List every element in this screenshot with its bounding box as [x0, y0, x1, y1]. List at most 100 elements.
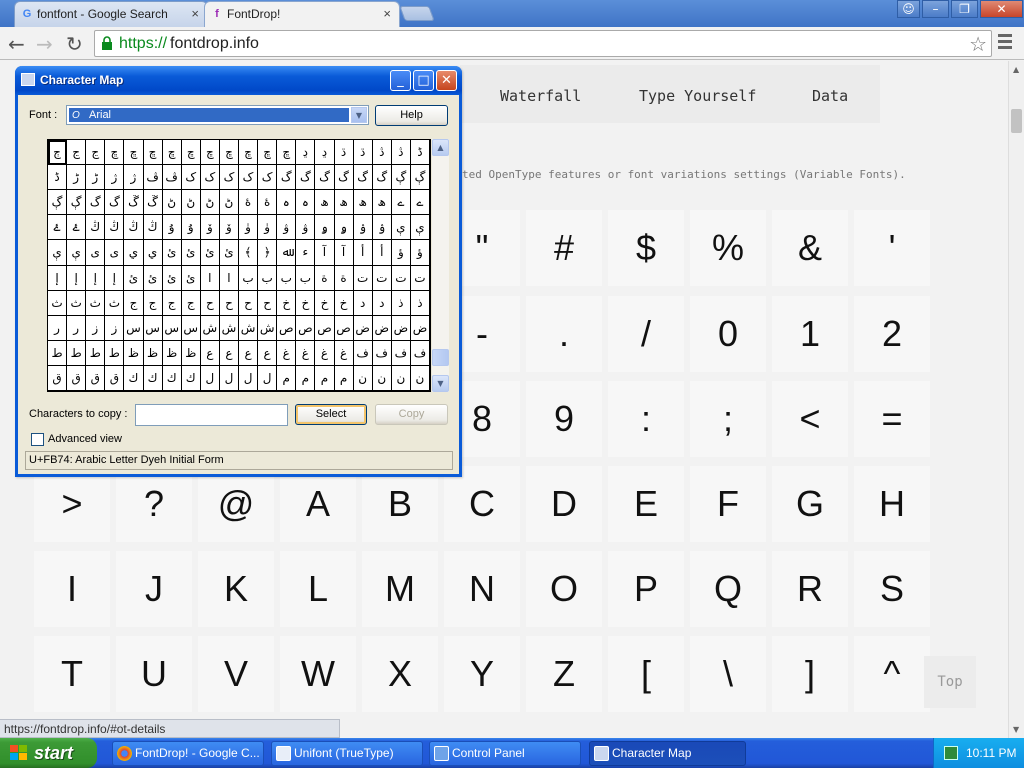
- forward-icon[interactable]: →: [36, 32, 53, 56]
- character-cell[interactable]: ن: [391, 365, 411, 391]
- character-cell[interactable]: ڤ: [162, 165, 182, 191]
- character-cell[interactable]: ﴾: [239, 240, 259, 266]
- character-cell[interactable]: ۉ: [353, 215, 373, 241]
- glyph-cell[interactable]: C: [444, 466, 520, 542]
- character-cell[interactable]: گ: [296, 165, 316, 191]
- character-cell[interactable]: د: [372, 290, 392, 316]
- character-cell[interactable]: ل: [258, 365, 278, 391]
- glyph-cell[interactable]: 2: [854, 296, 930, 372]
- character-cell[interactable]: ڍ: [315, 140, 335, 166]
- character-cell[interactable]: ي: [124, 240, 144, 266]
- character-cell[interactable]: ظ: [124, 340, 144, 366]
- character-cell[interactable]: ڭ: [143, 215, 163, 241]
- character-cell[interactable]: ک: [181, 165, 201, 191]
- character-cell[interactable]: ژ: [105, 165, 125, 191]
- glyph-cell[interactable]: /: [608, 296, 684, 372]
- glyph-cell[interactable]: V: [198, 636, 274, 712]
- glyph-cell[interactable]: >: [34, 466, 110, 542]
- character-cell[interactable]: گ: [372, 165, 392, 191]
- glyph-cell[interactable]: Z: [526, 636, 602, 712]
- character-cell[interactable]: گ: [86, 190, 106, 216]
- character-cell[interactable]: ۅ: [334, 215, 354, 241]
- glyph-cell[interactable]: ': [854, 210, 930, 286]
- glyph-cell[interactable]: ]: [772, 636, 848, 712]
- character-cell[interactable]: ط: [105, 340, 125, 366]
- character-cell[interactable]: خ: [334, 290, 354, 316]
- character-cell[interactable]: م: [334, 365, 354, 391]
- character-cell[interactable]: ع: [219, 340, 239, 366]
- character-cell[interactable]: ف: [372, 340, 392, 366]
- glyph-cell[interactable]: K: [198, 551, 274, 627]
- character-cell[interactable]: ے: [410, 190, 430, 216]
- character-cell[interactable]: ذ: [391, 290, 411, 316]
- character-cell[interactable]: خ: [277, 290, 297, 316]
- character-cell[interactable]: ت: [410, 265, 430, 291]
- character-cell[interactable]: ڇ: [124, 140, 144, 166]
- character-cell[interactable]: ڎ: [372, 140, 392, 166]
- network-icon[interactable]: [944, 746, 958, 760]
- character-cell[interactable]: گ: [315, 165, 335, 191]
- character-cell[interactable]: ہ: [296, 190, 316, 216]
- character-cell[interactable]: ڌ: [353, 140, 373, 166]
- menu-icon[interactable]: [998, 34, 1014, 52]
- character-cell[interactable]: ڤ: [143, 165, 163, 191]
- character-cell[interactable]: ح: [239, 290, 259, 316]
- task-unifont[interactable]: Unifont (TrueType): [271, 741, 423, 766]
- character-cell[interactable]: أ: [353, 240, 373, 266]
- character-cell[interactable]: ز: [86, 315, 106, 341]
- character-cell[interactable]: ڇ: [181, 140, 201, 166]
- minimize-button[interactable]: _: [390, 70, 411, 91]
- character-cell[interactable]: ر: [48, 315, 68, 341]
- character-cell[interactable]: غ: [334, 340, 354, 366]
- character-cell[interactable]: ش: [258, 315, 278, 341]
- character-cell[interactable]: ك: [124, 365, 144, 391]
- character-cell[interactable]: ص: [334, 315, 354, 341]
- character-cell[interactable]: إ: [86, 265, 106, 291]
- character-cell[interactable]: ڭ: [86, 215, 106, 241]
- character-cell[interactable]: ڳ: [410, 165, 430, 191]
- character-cell[interactable]: ڭ: [124, 215, 144, 241]
- character-cell[interactable]: گ: [353, 165, 373, 191]
- tab-close-icon[interactable]: ×: [191, 6, 199, 21]
- character-cell[interactable]: ذ: [410, 290, 430, 316]
- glyph-cell[interactable]: W: [280, 636, 356, 712]
- character-cell[interactable]: ڭ: [105, 215, 125, 241]
- character-cell[interactable]: ؤ: [410, 240, 430, 266]
- character-cell[interactable]: ۉ: [372, 215, 392, 241]
- character-cell[interactable]: غ: [296, 340, 316, 366]
- character-cell[interactable]: ۋ: [296, 215, 316, 241]
- character-cell[interactable]: ڎ: [391, 140, 411, 166]
- minimize-icon[interactable]: –: [922, 0, 949, 18]
- character-cell[interactable]: ض: [410, 315, 430, 341]
- character-cell[interactable]: م: [315, 365, 335, 391]
- glyph-cell[interactable]: X: [362, 636, 438, 712]
- grid-scrollbar[interactable]: ▲ ▼: [432, 139, 449, 392]
- character-cell[interactable]: إ: [67, 265, 87, 291]
- reload-icon[interactable]: ↻: [66, 32, 83, 56]
- character-cell[interactable]: ې: [48, 240, 68, 266]
- character-cell[interactable]: ى: [105, 240, 125, 266]
- character-cell[interactable]: ۀ: [258, 190, 278, 216]
- character-grid[interactable]: ڄڃڃڇڇڇڇڇڇڇڇڇڇڍڍڌڌڎڎڈڈڑڑژژڤڤکککککگگگگگگڳڳ…: [47, 139, 431, 392]
- glyph-cell[interactable]: H: [854, 466, 930, 542]
- character-cell[interactable]: ۋ: [277, 215, 297, 241]
- close-button[interactable]: ✕: [436, 70, 457, 91]
- character-cell[interactable]: ئ: [181, 240, 201, 266]
- character-cell[interactable]: ې: [391, 215, 411, 241]
- character-cell[interactable]: ڍ: [296, 140, 316, 166]
- character-cell[interactable]: ک: [258, 165, 278, 191]
- character-cell[interactable]: ئ: [181, 265, 201, 291]
- character-cell[interactable]: ى: [86, 240, 106, 266]
- character-cell[interactable]: ئ: [200, 240, 220, 266]
- character-cell[interactable]: أ: [372, 240, 392, 266]
- user-icon[interactable]: ☺: [897, 0, 920, 18]
- character-cell[interactable]: آ: [315, 240, 335, 266]
- glyph-cell[interactable]: ;: [690, 381, 766, 457]
- scroll-up-icon[interactable]: ▲: [1013, 65, 1019, 74]
- character-cell[interactable]: ڻ: [181, 190, 201, 216]
- character-cell[interactable]: ڇ: [239, 140, 259, 166]
- character-cell[interactable]: ڱ: [124, 190, 144, 216]
- character-cell[interactable]: ئ: [143, 265, 163, 291]
- character-cell[interactable]: ڇ: [105, 140, 125, 166]
- character-cell[interactable]: ڱ: [143, 190, 163, 216]
